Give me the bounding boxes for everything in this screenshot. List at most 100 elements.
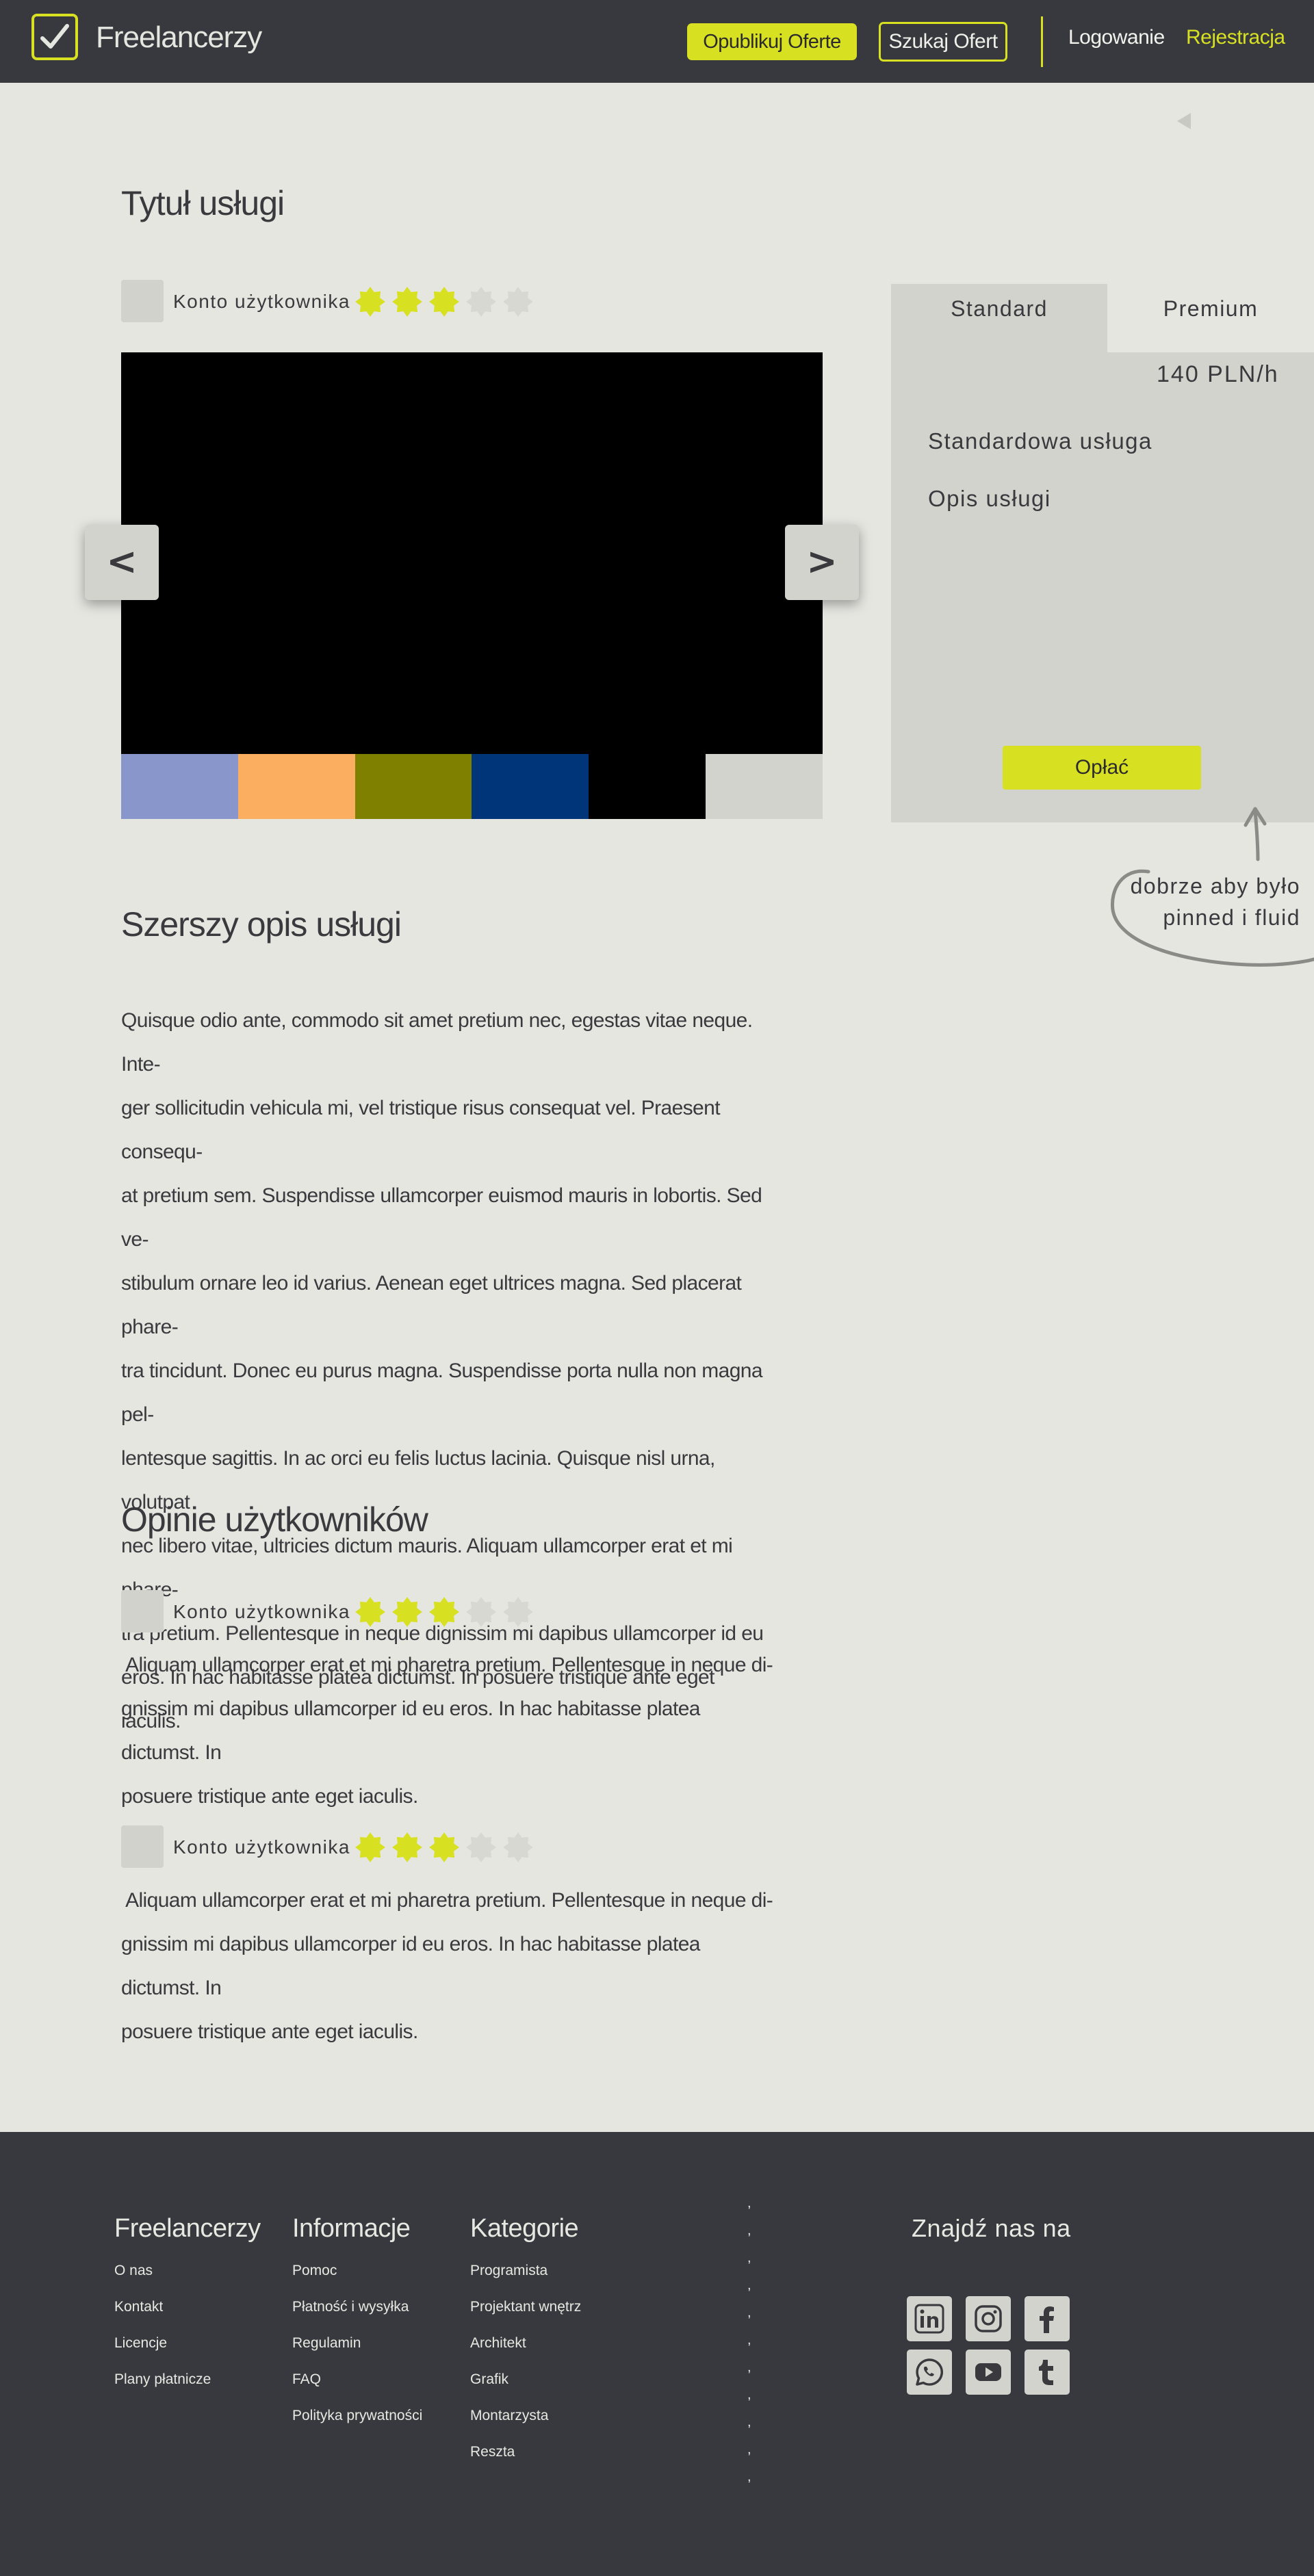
footer-dot: , [747,2360,751,2375]
account-label[interactable]: Konto użytkownika [173,291,350,313]
gallery-thumbnail[interactable] [472,754,589,819]
rating-stars [354,1831,534,1864]
footer [0,2132,1314,2576]
footer-dot: , [747,2387,751,2402]
description-title: Szerszy opis usługi [121,905,402,944]
account-label[interactable]: Konto użytkownika [173,1601,350,1623]
annotation-line: pinned i fluid [1163,905,1300,930]
logo-text[interactable]: Freelancerzy [96,21,262,55]
review-text: Aliquam ullamcorper erat et mi pharetra … [121,1879,773,2054]
facebook-icon[interactable] [1025,2296,1070,2341]
social-title: Znajdź nas na [912,2214,1071,2242]
reviews-title: Opinie użytkowników [121,1500,428,1539]
footer-link[interactable]: Kontakt [114,2299,163,2315]
avatar[interactable] [121,280,164,322]
footer-dot: , [747,2196,751,2211]
footer-dot: , [747,2305,751,2320]
gallery-next-button[interactable]: > [785,525,859,600]
footer-link[interactable]: FAQ [292,2371,321,2388]
gallery-thumbnail[interactable] [589,754,706,819]
text-line: Quisque odio ante, commodo sit amet pret… [121,1009,753,1076]
footer-link[interactable]: O nas [114,2263,153,2279]
footer-link[interactable]: Montarzysta [470,2408,548,2424]
gallery-prev-button[interactable]: < [85,525,159,600]
footer-link[interactable]: Licencje [114,2335,167,2352]
star-empty-icon [466,1832,496,1862]
gallery-thumbnail[interactable] [355,754,472,819]
avatar[interactable] [121,1590,164,1632]
text-line: Aliquam ullamcorper erat et mi pharetra … [121,1889,773,1912]
instagram-icon[interactable] [966,2296,1011,2341]
rating-stars [354,285,534,318]
footer-dot: , [747,2250,751,2265]
star-filled-icon [355,1597,385,1627]
footer-dot: , [747,2223,751,2238]
gallery-thumbnail[interactable] [706,754,823,819]
description-text: Quisque odio ante, commodo sit amet pret… [121,999,768,1743]
annotation-line: dobrze aby było [1130,874,1300,898]
footer-link[interactable]: Architekt [470,2335,526,2352]
top-navbar: Freelancerzy Opublikuj Oferte Szukaj Ofe… [0,0,1314,83]
account-label[interactable]: Konto użytkownika [173,1836,350,1858]
whatsapp-icon[interactable] [907,2350,952,2395]
annotation-note: dobrze aby było pinned i fluid [1102,870,1300,933]
tab-standard[interactable]: Standard [891,284,1107,352]
star-filled-icon [429,1832,459,1862]
rating-stars [354,1596,534,1628]
gallery-thumbnail[interactable] [121,754,238,819]
text-line: tra tincidunt. Donec eu purus magna. Sus… [121,1359,763,1426]
pay-button[interactable]: Opłać [1003,746,1201,790]
star-empty-icon [466,1597,496,1627]
footer-link[interactable]: Pomoc [292,2263,337,2279]
plan-description: Opis usługi [928,486,1051,511]
search-offers-button[interactable]: Szukaj Ofert [879,22,1007,62]
tumblr-icon[interactable] [1025,2350,1070,2395]
gallery-thumbnail[interactable] [237,754,355,819]
footer-link[interactable]: Programista [470,2263,548,2279]
footer-link[interactable]: Plany płatnicze [114,2371,211,2388]
star-filled-icon [355,1832,385,1862]
star-filled-icon [392,1832,422,1862]
text-line: gnissim mi dapibus ullamcorper id eu ero… [121,1933,700,1999]
footer-link[interactable]: Polityka prywatności [292,2408,422,2424]
gallery-thumbnails [121,754,823,819]
footer-link[interactable]: Regulamin [292,2335,361,2352]
footer-dot: , [747,2415,751,2430]
collapse-triangle-icon[interactable] [1177,113,1191,129]
gallery-main-image [121,352,823,754]
header-divider [1041,16,1043,67]
text-line: at pretium sem. Suspendisse ullamcorper … [121,1184,762,1251]
page-title: Tytuł usługi [121,184,285,222]
footer-link[interactable]: Płatność i wysyłka [292,2299,409,2315]
text-line: posuere tristique ante eget iaculis. [121,1785,418,1808]
star-filled-icon [355,287,385,317]
footer-link[interactable]: Reszta [470,2444,515,2460]
footer-dot: , [747,2278,751,2293]
star-empty-icon [503,287,533,317]
star-empty-icon [466,287,496,317]
linkedin-icon[interactable] [907,2296,952,2341]
footer-link[interactable]: Grafik [470,2371,508,2388]
footer-col-title: Kategorie [470,2214,579,2243]
footer-dot: , [747,2469,751,2484]
text-line: posuere tristique ante eget iaculis. [121,2020,418,2043]
star-empty-icon [503,1832,533,1862]
text-line: gnissim mi dapibus ullamcorper id eu ero… [121,1697,700,1764]
star-filled-icon [392,287,422,317]
plan-name: Standardowa usługa [928,428,1152,454]
avatar[interactable] [121,1825,164,1868]
youtube-icon[interactable] [966,2350,1011,2395]
star-filled-icon [429,287,459,317]
star-filled-icon [392,1597,422,1627]
logo-check-icon[interactable] [31,14,78,60]
login-link[interactable]: Logowanie [1068,26,1165,49]
publish-offer-button[interactable]: Opublikuj Oferte [687,23,857,60]
register-link[interactable]: Rejestracja [1186,26,1285,49]
footer-dot: , [747,2332,751,2347]
review-text: Aliquam ullamcorper erat et mi pharetra … [121,1643,773,1819]
footer-link[interactable]: Projektant wnętrz [470,2299,581,2315]
footer-col-title: Informacje [292,2214,411,2243]
text-line: stibulum ornare leo id varius. Aenean eg… [121,1272,742,1338]
price-label: 140 PLN/h [1157,361,1279,387]
tab-premium[interactable]: Premium [1107,284,1314,352]
